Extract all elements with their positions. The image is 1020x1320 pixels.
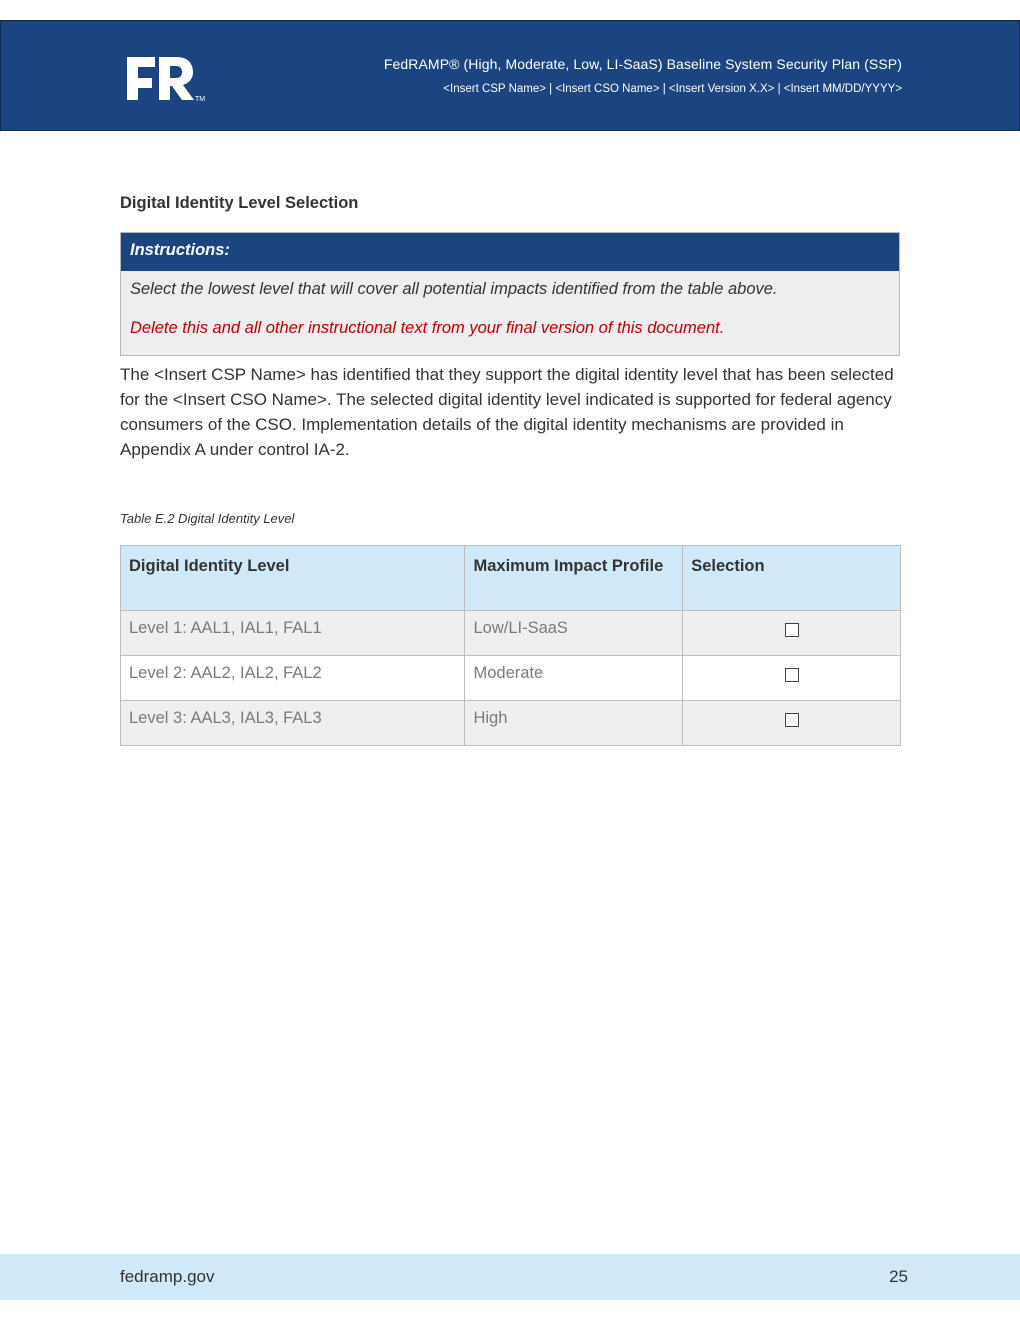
table-header-row: Digital Identity Level Maximum Impact Pr… (119, 545, 901, 611)
instructions-box: Instructions: Select the lowest level th… (120, 232, 900, 356)
level-cell: Level 3: AAL3, IAL3, FAL3 (119, 700, 466, 746)
digital-identity-table: Digital Identity Level Maximum Impact Pr… (119, 545, 901, 746)
selection-cell (682, 655, 901, 701)
column-header-selection: Selection (682, 545, 901, 611)
level-cell: Level 2: AAL2, IAL2, FAL2 (119, 655, 466, 701)
level-1-checkbox[interactable] (784, 623, 799, 637)
page-footer: fedramp.gov 25 (0, 1254, 1020, 1300)
level-2-checkbox[interactable] (784, 668, 799, 682)
selection-cell (682, 610, 901, 656)
logo-tm: TM (195, 96, 205, 103)
table-row: Level 3: AAL3, IAL3, FAL3 High (119, 700, 901, 746)
page-header: TM FedRAMP® (High, Moderate, Low, LI-Saa… (0, 20, 1020, 131)
instruction-text: Select the lowest level that will cover … (130, 280, 778, 298)
profile-cell: High (464, 700, 684, 746)
fedramp-logo: TM (127, 57, 205, 103)
selection-cell (682, 700, 901, 746)
table-caption: Table E.2 Digital Identity Level (120, 511, 295, 526)
footer-site-link[interactable]: fedramp.gov (120, 1267, 215, 1287)
page-number: 25 (889, 1267, 908, 1286)
level-3-checkbox[interactable] (784, 713, 799, 727)
document-title: FedRAMP® (High, Moderate, Low, LI-SaaS) … (383, 56, 902, 72)
profile-cell: Low/LI-SaaS (464, 610, 684, 656)
instruction-delete-note: Delete this and all other instructional … (130, 319, 725, 337)
document-subtitle: <Insert CSP Name> | <Insert CSO Name> | … (443, 83, 902, 95)
table-row: Level 2: AAL2, IAL2, FAL2 Moderate (119, 655, 901, 701)
column-header-profile: Maximum Impact Profile (464, 545, 684, 611)
level-cell: Level 1: AAL1, IAL1, FAL1 (119, 610, 466, 656)
body-paragraph: The <Insert CSP Name> has identified tha… (120, 365, 894, 459)
instructions-label: Instructions: (121, 233, 899, 271)
profile-cell: Moderate (464, 655, 684, 701)
column-header-level: Digital Identity Level (119, 545, 466, 611)
table-row: Level 1: AAL1, IAL1, FAL1 Low/LI-SaaS (119, 610, 901, 656)
section-heading: Digital Identity Level Selection (120, 194, 359, 212)
